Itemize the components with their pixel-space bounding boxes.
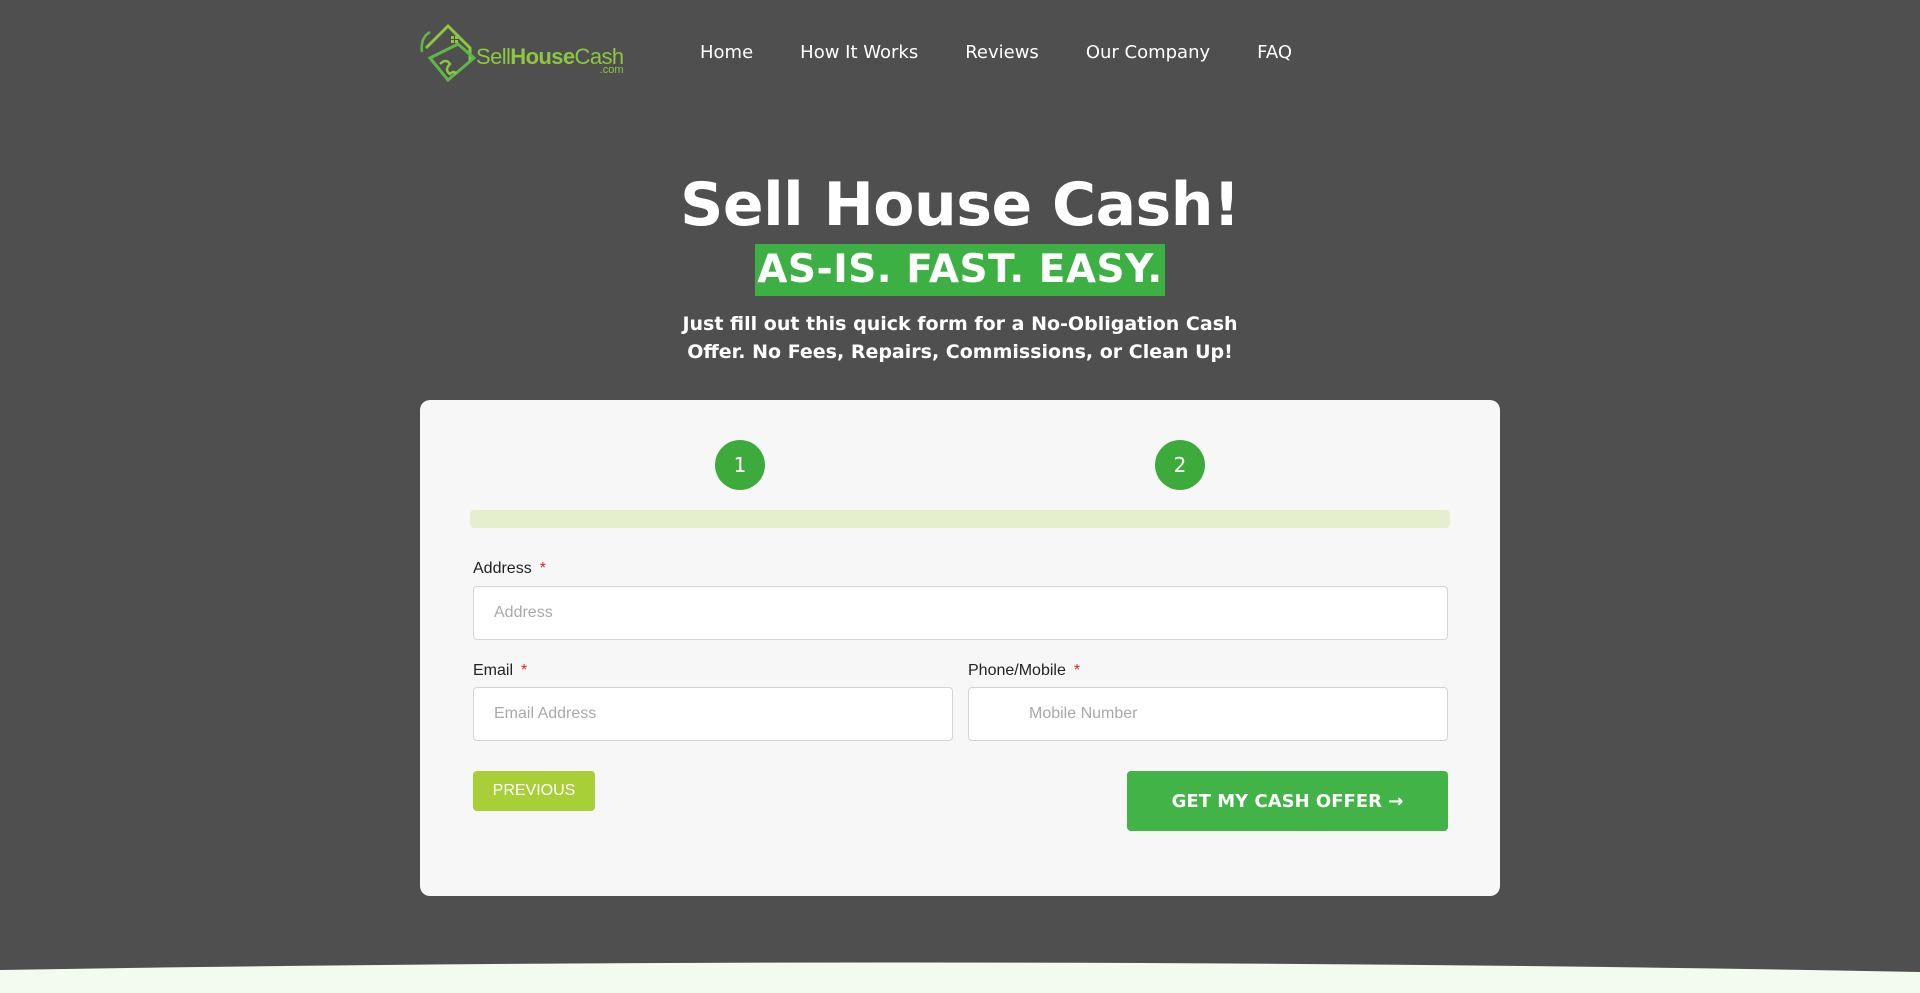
- house-money-icon: [420, 23, 477, 83]
- tagline-wrapper: AS-IS. FAST. EASY.: [0, 244, 1920, 296]
- logo-text-com: .com: [599, 64, 624, 76]
- progress-bar: [470, 510, 1450, 528]
- nav-faq[interactable]: FAQ: [1257, 42, 1292, 63]
- email-input[interactable]: Email Address: [473, 687, 953, 741]
- logo-text-sell: Sell: [476, 44, 511, 69]
- required-marker: *: [521, 662, 528, 679]
- required-marker: *: [1073, 662, 1081, 679]
- site-logo[interactable]: SellHouseCash .com: [418, 18, 624, 90]
- phone-input[interactable]: Mobile Number: [968, 687, 1448, 741]
- logo-wordmark: SellHouseCash .com: [476, 44, 624, 76]
- address-input[interactable]: Address: [473, 586, 1448, 640]
- address-label-text: Address: [473, 560, 532, 577]
- phone-label-text: Phone/Mobile: [968, 662, 1066, 679]
- nav-our-company[interactable]: Our Company: [1086, 42, 1210, 63]
- hero-title: Sell House Cash!: [680, 170, 1240, 240]
- step-indicator-2: 2: [1155, 440, 1205, 490]
- step-indicator-1: 1: [715, 440, 765, 490]
- required-marker: *: [539, 560, 546, 577]
- previous-button[interactable]: PREVIOUS: [473, 771, 595, 811]
- site-header: SellHouseCash .com Home How It Works Rev…: [0, 0, 1920, 110]
- nav-reviews[interactable]: Reviews: [965, 42, 1039, 63]
- offer-form-card: 1 2 Address * Address Email * Email Addres…: [420, 400, 1500, 896]
- phone-label: Phone/Mobile *: [968, 662, 1080, 680]
- main-nav: Home How It Works Reviews Our Company FA…: [700, 42, 1339, 63]
- email-label-text: Email: [473, 662, 514, 679]
- logo-text-house: House: [510, 44, 575, 69]
- nav-home[interactable]: Home: [700, 42, 753, 63]
- nav-how-it-works[interactable]: How It Works: [800, 42, 918, 63]
- hero-subtitle: Just fill out this quick form for a No-O…: [682, 313, 1238, 363]
- get-cash-offer-button[interactable]: GET MY CASH OFFER →: [1127, 771, 1448, 831]
- address-label: Address *: [473, 560, 546, 578]
- hero-tagline: AS-IS. FAST. EASY.: [755, 244, 1165, 296]
- email-label: Email *: [473, 662, 527, 680]
- bottom-wave-divider: [0, 962, 1920, 993]
